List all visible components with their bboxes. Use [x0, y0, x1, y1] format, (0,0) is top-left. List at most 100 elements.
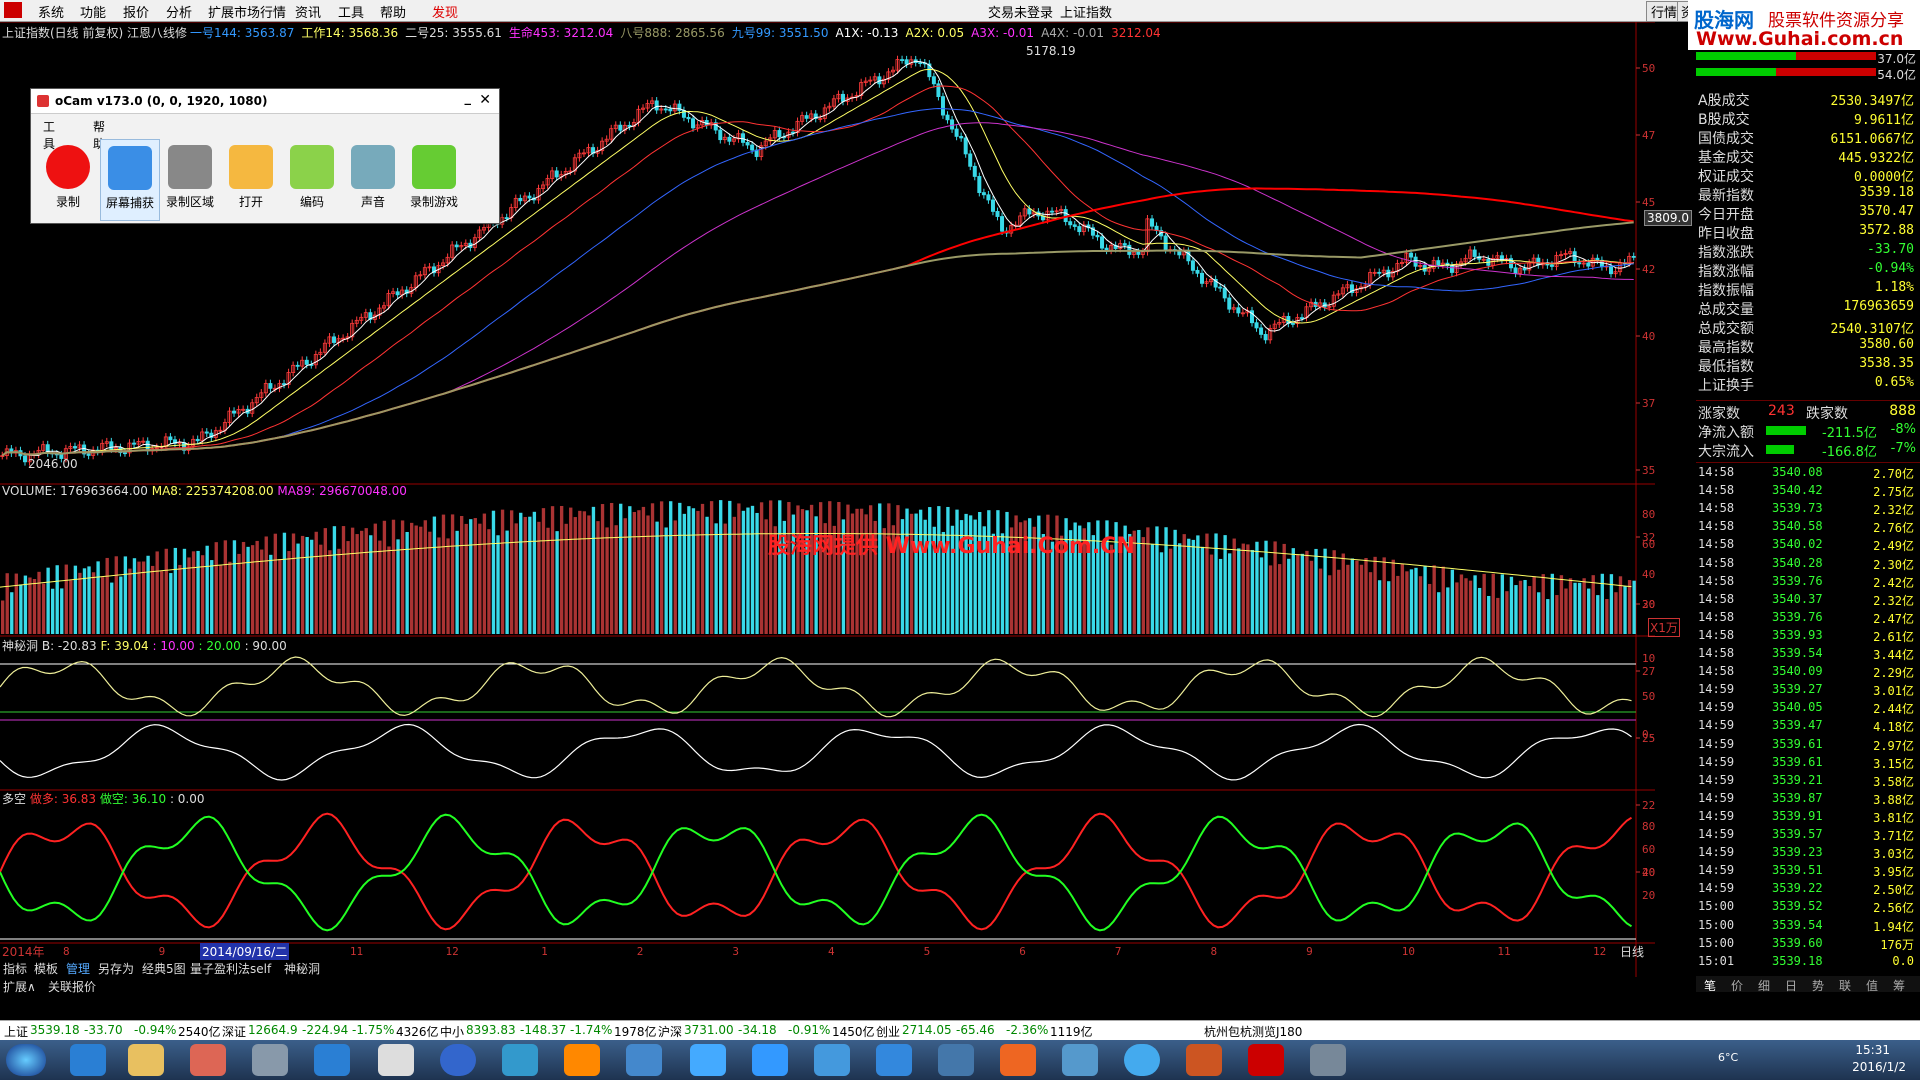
app-logo-icon[interactable] — [4, 2, 22, 18]
tab-classic5[interactable]: 经典5图 — [142, 960, 186, 977]
volume-bar — [310, 539, 314, 634]
menu-function[interactable]: 功能 — [80, 2, 106, 21]
volume-bar — [523, 516, 527, 634]
volume-bar — [419, 526, 423, 634]
link-icon[interactable] — [752, 1044, 788, 1076]
ocam-tool-button[interactable]: 编码 — [283, 139, 341, 219]
right-tab[interactable]: 联 — [1839, 977, 1851, 994]
volume-bar — [519, 512, 523, 634]
stock-app-icon[interactable] — [1000, 1044, 1036, 1076]
tab-quantum[interactable]: 量子盈利法self — [190, 960, 271, 977]
top-amount-2: 54.0亿 — [1877, 68, 1916, 82]
volume-tick-label: 40000 — [1642, 568, 1655, 581]
v-icon[interactable] — [814, 1044, 850, 1076]
status-index-value: 2714.05 — [902, 1023, 952, 1037]
status-index-name[interactable]: 中小 — [440, 1023, 464, 1040]
menu-news[interactable]: 资讯 — [295, 2, 321, 21]
price-tick-label: 2750 — [1642, 665, 1655, 678]
stat-key: 基金成交 — [1698, 150, 1754, 166]
volume-bar — [346, 541, 350, 634]
brand-url: Www.Guhai.com.cn — [1696, 28, 1904, 50]
ma-legend-item: 3212.04 — [1111, 26, 1161, 40]
menu-quote[interactable]: 报价 — [123, 2, 149, 21]
explorer-icon[interactable] — [128, 1044, 164, 1076]
chat-icon[interactable] — [502, 1044, 538, 1076]
right-tab[interactable]: 势 — [1812, 977, 1824, 994]
ocam-tool-button[interactable]: 录制游戏 — [405, 139, 463, 219]
minimize-icon[interactable]: _ — [465, 91, 472, 106]
baidu-icon[interactable] — [690, 1044, 726, 1076]
volume-bar — [787, 502, 791, 634]
volume-bar — [282, 532, 287, 634]
bd-icon[interactable] — [876, 1044, 912, 1076]
ocam-tool-button[interactable]: 声音 — [344, 139, 402, 219]
volume-bar — [1450, 569, 1455, 634]
tab-save-as[interactable]: 另存为 — [98, 960, 134, 977]
menu-analysis[interactable]: 分析 — [166, 2, 192, 21]
menu-discover[interactable]: 发现 — [432, 2, 458, 21]
close-icon[interactable]: ✕ — [479, 92, 491, 108]
pen-icon[interactable] — [626, 1044, 662, 1076]
menu-system[interactable]: 系统 — [38, 2, 64, 21]
candle-body — [840, 93, 845, 102]
start-button-icon[interactable] — [6, 1044, 46, 1076]
tick-time: 14:58 — [1698, 483, 1735, 498]
ocam-tool-button[interactable]: 屏幕捕获 — [100, 139, 160, 221]
media-icon[interactable] — [190, 1044, 226, 1076]
stat-value: -0.94% — [1867, 261, 1914, 276]
right-tab[interactable]: 筹 — [1893, 977, 1905, 994]
candle-body — [668, 108, 673, 112]
tonghuashun-icon[interactable] — [1186, 1044, 1222, 1076]
chart-title: 上证指数(日线 前复权) 江恩八线修 — [2, 26, 187, 40]
ocam-tool-button[interactable]: 打开 — [222, 139, 280, 219]
clock-date[interactable]: 2016/1/2 — [1852, 1060, 1906, 1074]
ocam-window[interactable]: oCam v173.0 (0, 0, 1920, 1080) _ ✕ 工具 帮助… — [30, 88, 500, 224]
ocam-tool-icon — [290, 145, 334, 189]
menu-help[interactable]: 帮助 — [380, 2, 406, 21]
kugou-icon[interactable] — [440, 1044, 476, 1076]
volume-bar — [591, 506, 596, 634]
status-index-name[interactable]: 上证 — [4, 1023, 28, 1040]
tick-price: 3539.57 — [1772, 827, 1823, 841]
status-index-name[interactable]: 沪深 — [658, 1023, 682, 1040]
window-icon[interactable] — [1310, 1044, 1346, 1076]
tick-list[interactable]: 14:58 3540.08 2.70亿 14:58 3540.42 2.75亿 14:58 3… — [1696, 462, 1920, 973]
right-tab[interactable]: 细 — [1758, 977, 1770, 994]
right-tab[interactable]: 价 — [1731, 977, 1743, 994]
ie2-icon[interactable] — [314, 1044, 350, 1076]
tab-manage[interactable]: 管理 — [66, 960, 90, 977]
qq-icon[interactable] — [1124, 1044, 1160, 1076]
clock-time[interactable]: 15:31 — [1855, 1043, 1890, 1057]
tab-related-quotes[interactable]: 关联报价 — [48, 978, 96, 995]
status-index-name[interactable]: 创业 — [876, 1023, 900, 1040]
volume-bar — [446, 538, 450, 634]
tab-expand[interactable]: 扩展∧ — [3, 978, 36, 995]
volume-bar — [655, 521, 659, 634]
fox-icon[interactable] — [564, 1044, 600, 1076]
tab-template[interactable]: 模板 — [34, 960, 58, 977]
tab-mystery[interactable]: 神秘洞 — [284, 960, 320, 977]
login-status[interactable]: 交易未登录 — [988, 2, 1053, 21]
menu-tools[interactable]: 工具 — [338, 2, 364, 21]
ie-icon[interactable] — [70, 1044, 106, 1076]
app-icon[interactable] — [378, 1044, 414, 1076]
menu-ext-market[interactable]: 扩展市场行情 — [208, 2, 286, 21]
ocam-tool-button[interactable]: 录制区域 — [161, 139, 219, 219]
status-index-name[interactable]: 深证 — [222, 1023, 246, 1040]
ocam-titlebar[interactable]: oCam v173.0 (0, 0, 1920, 1080) _ ✕ — [31, 89, 499, 114]
index-stats: A股成交 2530.3497亿 B股成交 9.9611亿 国债成交 6151.0667亿基… — [1696, 90, 1920, 400]
right-tab[interactable]: 笔 — [1704, 977, 1716, 994]
down-bar — [1796, 52, 1876, 60]
bird-icon[interactable] — [938, 1044, 974, 1076]
right-tab[interactable]: 日 — [1785, 977, 1797, 994]
volume-bar — [600, 504, 605, 634]
right-tab[interactable]: 值 — [1866, 977, 1878, 994]
candle-body — [1609, 265, 1614, 275]
candle-body — [1195, 269, 1200, 274]
ocam-tool-button[interactable]: 录制 — [39, 139, 97, 219]
period-label[interactable]: 日线 — [1620, 943, 1644, 960]
tab-indicator[interactable]: 指标 — [3, 960, 27, 977]
browser-icon[interactable] — [1062, 1044, 1098, 1076]
globe-icon[interactable] — [252, 1044, 288, 1076]
zhongjin-icon[interactable] — [1248, 1044, 1284, 1076]
